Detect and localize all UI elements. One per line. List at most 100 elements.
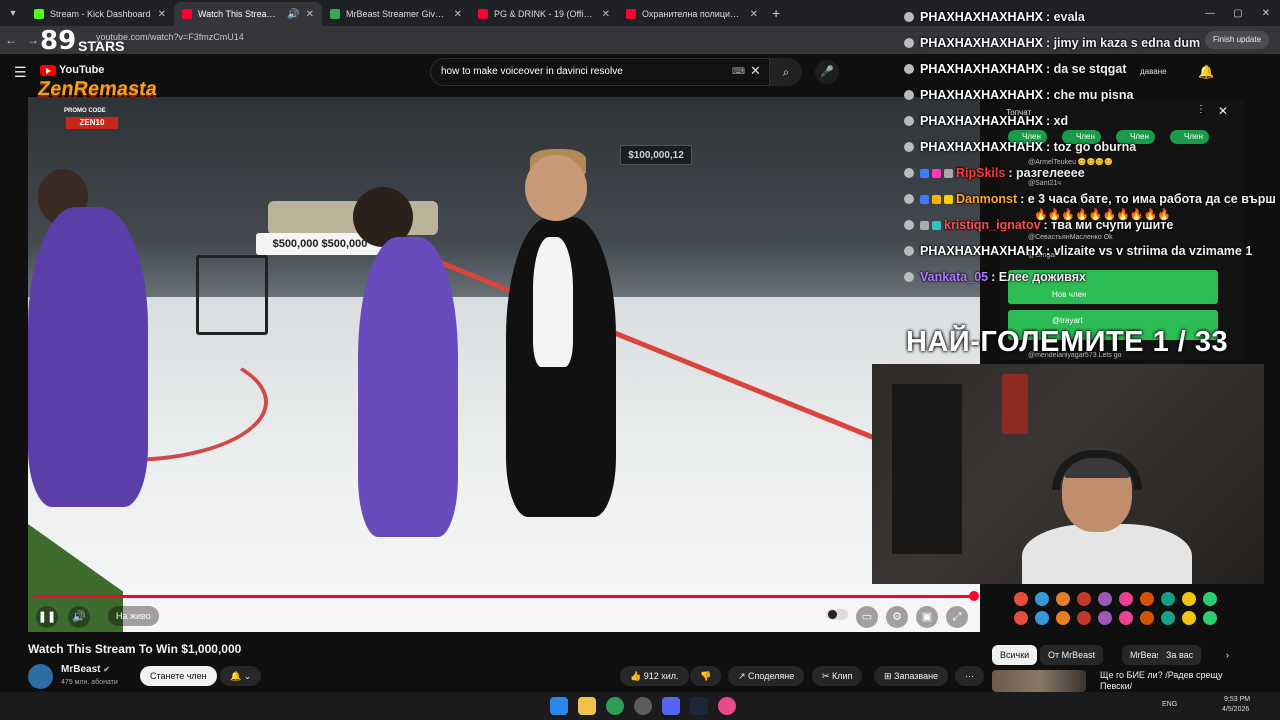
more-actions-icon[interactable]: ⋯	[955, 666, 984, 686]
new-tab-icon[interactable]: +	[772, 5, 780, 21]
search-input[interactable]: how to make voiceover in davinci resolve	[430, 58, 770, 86]
chat-username[interactable]: PHAXHAXHAXHAHX	[920, 62, 1043, 76]
emote-icon[interactable]	[1140, 611, 1154, 625]
discord-icon[interactable]	[662, 697, 680, 715]
share-button[interactable]: ↗ Споделяне	[728, 666, 805, 686]
clear-search-icon[interactable]: ✕	[750, 63, 761, 79]
emote-icon[interactable]	[1161, 611, 1175, 625]
start-icon[interactable]	[550, 697, 568, 715]
tab-search-icon[interactable]: ▾	[0, 0, 26, 26]
chat-username[interactable]: Vankata_05	[920, 270, 988, 284]
emote-icon[interactable]	[1056, 592, 1070, 606]
obs-icon[interactable]	[634, 697, 652, 715]
search-button[interactable]: ⌕	[770, 58, 802, 86]
progress-bar[interactable]	[34, 595, 974, 598]
emote-icon[interactable]	[1056, 611, 1070, 625]
clock-date[interactable]: 4/5/2026	[1222, 706, 1249, 713]
autoplay-toggle[interactable]	[826, 609, 848, 620]
chip-from-mrbeast[interactable]: От MrBeast	[1040, 645, 1104, 665]
chat-username[interactable]: PHAXHAXHAXHAHX	[920, 244, 1043, 258]
chips-next-icon[interactable]: ›	[1218, 645, 1237, 665]
chat-message: RipSkils: разгелееее	[904, 166, 1085, 180]
webcam-streamer-body	[1022, 524, 1192, 584]
chat-text: : che mu pisna	[1045, 88, 1134, 102]
video-player[interactable]: $500,000 $500,000 $100,000,12	[28, 97, 980, 632]
emote-icon[interactable]	[1098, 611, 1112, 625]
voice-search-icon[interactable]: 🎤	[815, 60, 839, 84]
pause-icon[interactable]: ❚❚	[36, 606, 58, 628]
emoji-picker[interactable]	[1012, 590, 1232, 630]
recommended-thumbnail[interactable]	[992, 670, 1086, 692]
chat-username[interactable]: PHAXHAXHAXHAHX	[920, 36, 1043, 50]
headphones-icon	[1052, 450, 1142, 490]
keyboard-icon[interactable]: ⌨	[732, 66, 745, 77]
emote-icon[interactable]	[1161, 592, 1175, 606]
chat-badge-icon	[904, 116, 914, 126]
steam-icon[interactable]	[690, 697, 708, 715]
emote-icon[interactable]	[1119, 611, 1133, 625]
tab-kick-dashboard[interactable]: Stream - Kick Dashboard ✕	[26, 2, 174, 26]
chat-username[interactable]: Danmonst	[956, 192, 1017, 206]
chat-username[interactable]: RipSkils	[956, 166, 1005, 180]
emote-icon[interactable]	[1140, 592, 1154, 606]
emote-icon[interactable]	[1077, 611, 1091, 625]
subtitles-icon[interactable]: ▭	[856, 606, 878, 628]
chrome-icon[interactable]	[606, 697, 624, 715]
kick-favicon-icon	[34, 9, 44, 19]
emote-icon[interactable]	[1203, 611, 1217, 625]
close-tab-icon[interactable]: ✕	[454, 9, 462, 20]
file-explorer-icon[interactable]	[578, 697, 596, 715]
save-button[interactable]: ⊞ Запазване	[874, 666, 949, 686]
video-title: Watch This Stream To Win $1,000,000	[28, 642, 242, 656]
volume-icon[interactable]: 🔊	[68, 606, 90, 628]
close-tab-icon[interactable]: ✕	[158, 9, 166, 20]
chat-sub-badge-icon	[944, 195, 953, 204]
emote-icon[interactable]	[1182, 611, 1196, 625]
channel-name[interactable]: MrBeast ✔	[61, 664, 110, 675]
dislike-button[interactable]: 👎	[690, 666, 722, 686]
chat-username[interactable]: PHAXHAXHAXHAHX	[920, 140, 1043, 154]
emote-icon[interactable]	[1203, 592, 1217, 606]
chat-username[interactable]: PHAXHAXHAXHAHX	[920, 114, 1043, 128]
recommended-title[interactable]: Ще го БИЕ ли? /Радев срещу Певски/	[1100, 670, 1240, 692]
person-middle	[358, 237, 458, 537]
clock-time[interactable]: 9:53 PM	[1224, 696, 1250, 703]
emote-icon[interactable]	[1077, 592, 1091, 606]
tab-youtube-stream[interactable]: Watch This Stream To Win $ 🔊 ✕	[174, 2, 322, 26]
channel-avatar[interactable]	[28, 664, 53, 689]
notification-bell-dropdown[interactable]: 🔔 ⌄	[220, 666, 262, 686]
audio-icon[interactable]: 🔊	[287, 9, 299, 20]
theater-mode-icon[interactable]: ▣	[916, 606, 938, 628]
app-icon[interactable]	[718, 697, 736, 715]
emote-icon[interactable]	[1035, 592, 1049, 606]
like-button[interactable]: 👍 912 хил.	[620, 666, 689, 686]
tab-giveaway-pdf[interactable]: MrBeast Streamer Giveaway.pd ✕	[322, 2, 470, 26]
emote-icon[interactable]	[1035, 611, 1049, 625]
menu-icon[interactable]: ☰	[14, 64, 27, 81]
emote-icon[interactable]	[1014, 611, 1028, 625]
settings-gear-icon[interactable]: ⚙	[886, 606, 908, 628]
chip-all[interactable]: Всички	[992, 645, 1038, 665]
live-badge[interactable]: На живо	[108, 606, 159, 626]
chip-for-you[interactable]: За вас	[1158, 645, 1202, 665]
emote-icon[interactable]	[1119, 592, 1133, 606]
close-tab-icon[interactable]: ✕	[306, 9, 314, 20]
youtube-logo[interactable]: YouTube	[40, 64, 104, 76]
chat-username[interactable]: PHAXHAXHAXHAHX	[920, 88, 1043, 102]
emote-icon[interactable]	[1098, 592, 1112, 606]
youtube-favicon-icon	[182, 9, 192, 19]
back-icon[interactable]: ←	[0, 33, 22, 47]
emote-icon[interactable]	[1182, 592, 1196, 606]
chat-username[interactable]: PHAXHAXHAXHAHX	[920, 10, 1043, 24]
close-tab-icon[interactable]: ✕	[602, 9, 610, 20]
person-head	[525, 155, 587, 221]
chat-username[interactable]: kristiqn_ignatov	[944, 218, 1041, 232]
tab-police[interactable]: Охранителна полиция 9 РУ | П ✕	[618, 2, 766, 26]
emote-icon[interactable]	[1014, 592, 1028, 606]
join-button[interactable]: Станете член	[140, 666, 217, 686]
language-indicator[interactable]: ENG	[1162, 701, 1177, 708]
clip-button[interactable]: ✂ Клип	[812, 666, 863, 686]
fullscreen-icon[interactable]: ⤢	[946, 606, 968, 628]
tab-pg-drink[interactable]: PG & DRINK - 19 (Official 4K Vi ✕	[470, 2, 618, 26]
close-tab-icon[interactable]: ✕	[750, 9, 758, 20]
